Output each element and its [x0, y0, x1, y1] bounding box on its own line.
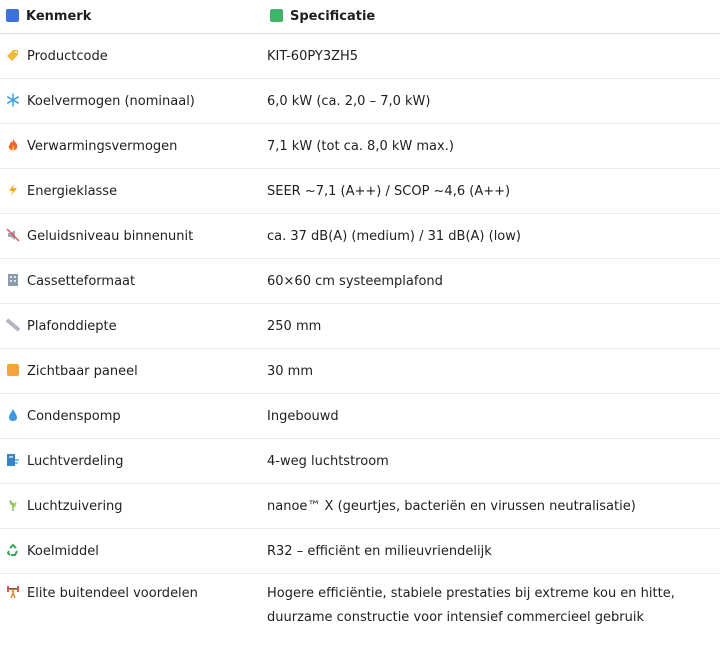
table-row: Productcode KIT-60PY3ZH5 — [0, 34, 720, 79]
label-cell: Koelvermogen (nominaal) — [0, 79, 261, 124]
value-cell: 30 mm — [261, 349, 720, 394]
value-cell: 60×60 cm systeemplafond — [261, 259, 720, 304]
label-cell: Luchtzuivering — [0, 484, 261, 529]
value-cell: R32 – efficiënt en milieuvriendelijk — [261, 529, 720, 574]
value-cell: 250 mm — [261, 304, 720, 349]
row-label: Geluidsniveau binnenunit — [27, 229, 193, 244]
table-row: Koelmiddel R32 – efficiënt en milieuvrie… — [0, 529, 720, 574]
green-square-icon — [270, 9, 283, 22]
value-cell: 7,1 kW (tot ca. 8,0 kW max.) — [261, 124, 720, 169]
lightning-icon — [6, 183, 20, 197]
label-cell: Geluidsniveau binnenunit — [0, 214, 261, 259]
blue-square-icon — [6, 9, 19, 22]
row-label: Verwarmingsvermogen — [27, 139, 177, 154]
label-cell: Plafonddiepte — [0, 304, 261, 349]
recycle-icon — [6, 543, 20, 557]
building-icon — [6, 273, 20, 287]
row-label: Productcode — [27, 49, 108, 64]
value-cell: 4-weg luchtstroom — [261, 439, 720, 484]
label-cell: Condenspomp — [0, 394, 261, 439]
muted-speaker-icon — [6, 228, 20, 242]
header-specificatie-label: Specificatie — [290, 9, 375, 24]
table-row: Zichtbaar paneel 30 mm — [0, 349, 720, 394]
herb-icon — [6, 498, 20, 512]
wind-building-icon — [6, 453, 20, 467]
row-label: Luchtzuivering — [27, 499, 123, 514]
spec-table: Kenmerk Specificatie Productcode KIT-60P… — [0, 0, 720, 647]
label-cell: Zichtbaar paneel — [0, 349, 261, 394]
table-row: Verwarmingsvermogen 7,1 kW (tot ca. 8,0 … — [0, 124, 720, 169]
header-kenmerk-label: Kenmerk — [26, 9, 91, 24]
label-cell: Koelmiddel — [0, 529, 261, 574]
row-label: Plafonddiepte — [27, 319, 117, 334]
table-header-row: Kenmerk Specificatie — [0, 0, 720, 34]
value-cell: SEER ~7,1 (A++) / SCOP ~4,6 (A++) — [261, 169, 720, 214]
row-label: Cassetteformaat — [27, 274, 135, 289]
row-label: Condenspomp — [27, 409, 121, 424]
label-cell: Luchtverdeling — [0, 439, 261, 484]
label-cell: Energieklasse — [0, 169, 261, 214]
row-label: Koelvermogen (nominaal) — [27, 94, 195, 109]
header-kenmerk: Kenmerk — [0, 0, 261, 34]
table-row: Luchtverdeling 4-weg luchtstroom — [0, 439, 720, 484]
table-row: Koelvermogen (nominaal) 6,0 kW (ca. 2,0 … — [0, 79, 720, 124]
fire-icon — [6, 138, 20, 152]
snowflake-icon — [6, 93, 20, 107]
value-cell: 6,0 kW (ca. 2,0 – 7,0 kW) — [261, 79, 720, 124]
table-row: Condenspomp Ingebouwd — [0, 394, 720, 439]
row-label: Energieklasse — [27, 184, 117, 199]
label-cell: Cassetteformaat — [0, 259, 261, 304]
label-cell: Verwarmingsvermogen — [0, 124, 261, 169]
value-cell: ca. 37 dB(A) (medium) / 31 dB(A) (low) — [261, 214, 720, 259]
label-cell: Productcode — [0, 34, 261, 79]
ruler-icon — [6, 318, 20, 332]
row-label: Elite buitendeel voordelen — [27, 586, 198, 601]
droplet-icon — [6, 408, 20, 422]
table-row: Energieklasse SEER ~7,1 (A++) / SCOP ~4,… — [0, 169, 720, 214]
table-row: Luchtzuivering nanoe™ X (geurtjes, bacte… — [0, 484, 720, 529]
tag-icon — [6, 48, 20, 62]
value-cell: Ingebouwd — [261, 394, 720, 439]
value-cell: nanoe™ X (geurtjes, bacteriën en virusse… — [261, 484, 720, 529]
table-row: Plafonddiepte 250 mm — [0, 304, 720, 349]
table-row: Geluidsniveau binnenunit ca. 37 dB(A) (m… — [0, 214, 720, 259]
value-cell: KIT-60PY3ZH5 — [261, 34, 720, 79]
header-specificatie: Specificatie — [261, 0, 720, 34]
row-label: Zichtbaar paneel — [27, 364, 138, 379]
row-label: Luchtverdeling — [27, 454, 124, 469]
row-label: Koelmiddel — [27, 544, 99, 559]
orange-square-icon — [6, 363, 20, 377]
table-row: Cassetteformaat 60×60 cm systeemplafond — [0, 259, 720, 304]
weightlifter-icon — [6, 585, 20, 599]
